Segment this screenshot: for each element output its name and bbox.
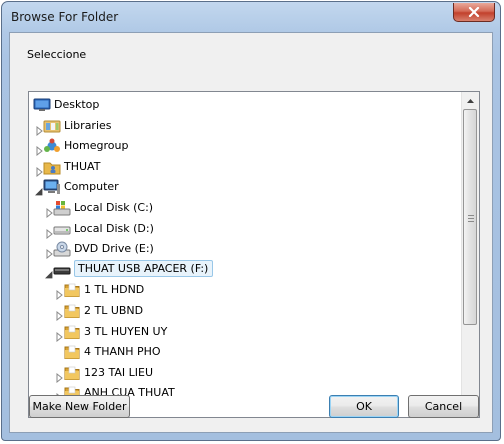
ok-button[interactable]: OK [329,395,399,418]
tree-item[interactable]: 4 THANH PHO [29,342,462,362]
tree-item[interactable]: Libraries [29,116,462,136]
title-bar[interactable]: Browse For Folder [2,2,500,32]
close-icon [468,7,480,17]
tree-item[interactable]: 3 TL HUYEN UY [29,322,462,342]
tree-item[interactable]: THUAT [29,157,462,177]
scroll-up-button[interactable] [462,92,479,109]
hard-drive-icon [53,221,71,237]
tree-item[interactable]: Local Disk (C:) [29,198,462,219]
close-button[interactable] [453,3,495,22]
make-new-folder-button[interactable]: Make New Folder [29,395,130,418]
tree-item[interactable]: THUAT USB APACER (F:) [29,259,462,280]
system-drive-icon [53,200,71,216]
tree-item-label: 3 TL HUYEN UY [84,324,168,338]
desktop-icon [33,97,51,113]
tree-item-label: Local Disk (C:) [74,201,154,214]
dialog-body: Seleccione Desktop Libraries Homegroup THUA… [9,32,493,433]
tree-item[interactable]: Desktop [29,95,462,115]
tree-item-label: Libraries [64,118,112,132]
tree-item-label: THUAT USB APACER (F:) [74,259,214,277]
cancel-button[interactable]: Cancel [408,395,479,418]
folder-icon [63,344,81,360]
tree-item-label: 123 TAI LIEU [84,365,153,379]
scrollbar-thumb[interactable] [463,109,477,325]
folder-tree-viewport: Desktop Libraries Homegroup THUAT Computer Lo… [29,92,462,417]
computer-icon [43,179,61,195]
dialog-prompt: Seleccione [27,48,87,61]
tree-item-label: THUAT [64,159,101,173]
tree-item-label: 2 TL UBND [84,304,144,317]
tree-item-label: Homegroup [64,139,129,153]
tree-item[interactable]: DVD Drive (E:) [29,239,462,260]
folder-icon [63,303,81,319]
dvd-drive-icon [53,241,71,257]
tree-item-label: 1 TL HDND [84,283,145,297]
folder-icon [63,324,81,340]
tree-item-label: DVD Drive (E:) [74,242,154,256]
folder-icon [63,282,81,298]
window-title: Browse For Folder [11,10,119,24]
tree-item-label: Local Disk (D:) [74,221,154,235]
browse-for-folder-dialog: Browse For Folder Seleccione Desktop Libr… [1,1,501,441]
tree-item[interactable]: Computer [29,177,462,197]
tree-item[interactable]: 123 TAI LIEU [29,363,462,383]
arrow-up-icon [467,98,474,103]
tree-item[interactable]: Local Disk (D:) [29,219,462,239]
folder-icon [63,365,81,381]
tree-item-label: Desktop [54,98,100,111]
homegroup-icon [43,138,61,154]
tree-item[interactable]: 1 TL HDND [29,280,462,301]
usb-drive-icon [53,262,71,278]
tree-item[interactable]: 2 TL UBND [29,301,462,322]
libraries-icon [43,118,61,134]
grip-icon [468,215,474,224]
vertical-scrollbar[interactable] [461,92,479,417]
tree-item-label: Computer [64,180,119,194]
user-folder-icon [43,159,61,175]
folder-tree[interactable]: Desktop Libraries Homegroup THUAT Computer Lo… [28,91,480,418]
tree-item-label: 4 THANH PHO [84,345,161,359]
tree-item[interactable]: Homegroup [29,136,462,157]
